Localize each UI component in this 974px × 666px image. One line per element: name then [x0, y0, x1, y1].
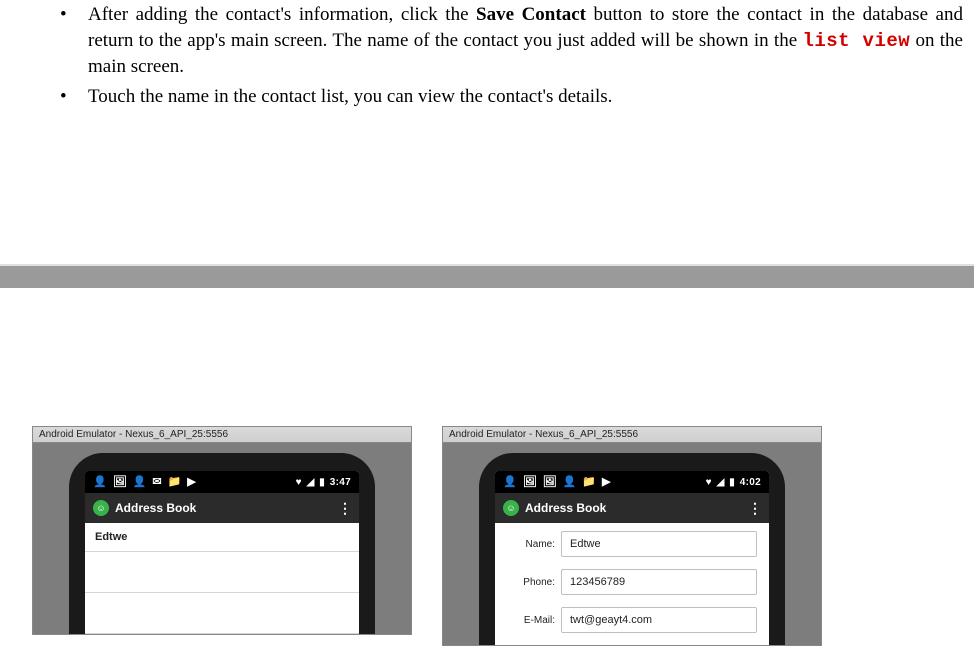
image-icon: 🖼 [113, 477, 127, 488]
bullet-item-1: After adding the contact's information, … [50, 2, 963, 80]
phone-value[interactable]: 123456789 [561, 569, 757, 595]
app-bar: ☺ Address Book ⋮ [85, 493, 359, 523]
status-bar: 👤 🖼 🖼 👤 📁 ▶ ♥ ◢ ▮ 4:02 [495, 471, 769, 493]
folder-icon: 📁 [168, 477, 182, 488]
app-title: Address Book [115, 501, 196, 515]
person-icon: 👤 [503, 477, 517, 488]
email-value[interactable]: twt@geayt4.com [561, 607, 757, 633]
email-label: E-Mail: [507, 615, 555, 626]
battery-icon: ▮ [729, 477, 735, 488]
status-icons-left: 👤 🖼 🖼 👤 📁 ▶ [503, 477, 611, 488]
phone-screen: 👤 🖼 👤 ✉ 📁 ▶ ♥ ◢ ▮ 3:47 [85, 471, 359, 634]
bullet-item-2: Touch the name in the contact list, you … [50, 84, 963, 110]
wifi-icon: ♥ [296, 477, 302, 488]
phone-label: Phone: [507, 577, 555, 588]
app-icon: ☺ [93, 500, 109, 516]
status-icons-left: 👤 🖼 👤 ✉ 📁 ▶ [93, 477, 196, 488]
status-bar: 👤 🖼 👤 ✉ 📁 ▶ ♥ ◢ ▮ 3:47 [85, 471, 359, 493]
status-clock: 3:47 [330, 477, 351, 488]
emulator-window-detail-view: Android Emulator - Nexus_6_API_25:5556 👤… [442, 426, 822, 646]
list-item-empty [85, 552, 359, 593]
image-icon: 🖼 [543, 477, 557, 488]
app-title: Address Book [525, 501, 606, 515]
emulator-titlebar: Android Emulator - Nexus_6_API_25:5556 [32, 426, 412, 442]
play-icon: ▶ [187, 477, 195, 488]
status-icons-right: ♥ ◢ ▮ 4:02 [706, 477, 761, 488]
page-divider [0, 266, 974, 288]
text: After adding the contact's information, … [88, 4, 476, 25]
contact-detail-form: Name: Edtwe Phone: 123456789 E-Mail: twt… [495, 523, 769, 633]
app-icon: ☺ [503, 500, 519, 516]
contact-list: Edtwe [85, 523, 359, 634]
phone-bezel: 👤 🖼 👤 ✉ 📁 ▶ ♥ ◢ ▮ 3:47 [69, 453, 375, 634]
status-icons-right: ♥ ◢ ▮ 3:47 [296, 477, 351, 488]
code-list-view: list view [802, 30, 910, 52]
name-value[interactable]: Edtwe [561, 531, 757, 557]
play-icon: ▶ [602, 477, 610, 488]
app-bar: ☺ Address Book ⋮ [495, 493, 769, 523]
overflow-menu-icon[interactable]: ⋮ [338, 500, 351, 517]
list-item-empty [85, 593, 359, 634]
emulator-body: 👤 🖼 🖼 👤 📁 ▶ ♥ ◢ ▮ 4:02 [442, 442, 822, 646]
emulator-titlebar: Android Emulator - Nexus_6_API_25:5556 [442, 426, 822, 442]
text: Touch the name in the contact list, you … [88, 86, 612, 107]
list-item[interactable]: Edtwe [85, 523, 359, 552]
person-icon: 👤 [93, 477, 107, 488]
field-email: E-Mail: twt@geayt4.com [507, 607, 757, 633]
bullet-list: After adding the contact's information, … [50, 2, 974, 110]
field-name: Name: Edtwe [507, 531, 757, 557]
wifi-icon: ♥ [706, 477, 712, 488]
signal-icon: ◢ [717, 477, 725, 488]
bold-save-contact: Save Contact [476, 4, 586, 25]
image-icon: 🖼 [523, 477, 537, 488]
name-label: Name: [507, 539, 555, 550]
emulator-body: 👤 🖼 👤 ✉ 📁 ▶ ♥ ◢ ▮ 3:47 [32, 442, 412, 635]
person-icon: 👤 [133, 477, 147, 488]
signal-icon: ◢ [307, 477, 315, 488]
mail-icon: ✉ [152, 477, 161, 488]
folder-icon: 📁 [582, 477, 596, 488]
battery-icon: ▮ [319, 477, 325, 488]
emulator-window-list-view: Android Emulator - Nexus_6_API_25:5556 👤… [32, 426, 412, 635]
field-phone: Phone: 123456789 [507, 569, 757, 595]
person-icon: 👤 [563, 477, 577, 488]
phone-bezel: 👤 🖼 🖼 👤 📁 ▶ ♥ ◢ ▮ 4:02 [479, 453, 785, 645]
overflow-menu-icon[interactable]: ⋮ [748, 500, 761, 517]
status-clock: 4:02 [740, 477, 761, 488]
phone-screen: 👤 🖼 🖼 👤 📁 ▶ ♥ ◢ ▮ 4:02 [495, 471, 769, 645]
